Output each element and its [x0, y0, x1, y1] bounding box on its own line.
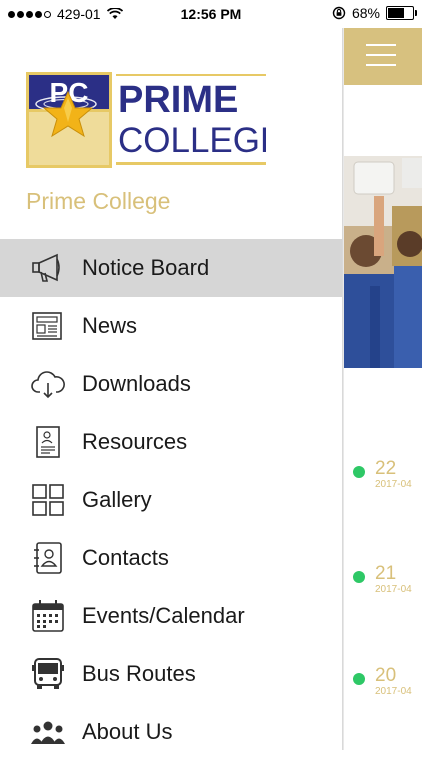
- grid-icon: [32, 484, 64, 516]
- college-logo: PC PRIME COLLEGE: [26, 72, 266, 168]
- menu-item-downloads[interactable]: Downloads: [0, 355, 342, 413]
- menu-item-label: News: [82, 313, 138, 338]
- main-content-overlay[interactable]: 22 2017-04 21 2017-04 20 2017-04: [344, 28, 422, 750]
- menu-item-label: Downloads: [82, 371, 191, 396]
- bus-icon: [32, 658, 64, 689]
- menu-item-bus-routes[interactable]: Bus Routes: [0, 645, 342, 703]
- notice-item[interactable]: 22 2017-04: [344, 458, 422, 498]
- notice-day: 20: [375, 665, 397, 686]
- svg-text:COLLEGE: COLLEGE: [118, 121, 266, 160]
- notice-date: 2017-04: [375, 584, 412, 595]
- battery-percent: 68%: [351, 5, 380, 21]
- menu-item-label: About Us: [82, 719, 173, 744]
- menu-item-label: Resources: [82, 429, 188, 454]
- drawer-menu: Notice Board News Downloads Resources Ga…: [0, 239, 342, 761]
- app-title: Prime College: [26, 188, 171, 214]
- status-bar: 429-01 12:56 PM 68%: [0, 0, 422, 28]
- app-header: [344, 28, 422, 85]
- notice-item[interactable]: 21 2017-04: [344, 563, 422, 603]
- menu-item-label: Notice Board: [82, 255, 210, 280]
- document-icon: [36, 426, 60, 458]
- menu-item-contacts[interactable]: Contacts: [0, 529, 342, 587]
- unread-dot: [353, 466, 365, 478]
- navigation-drawer: PC PRIME COLLEGE Prime College Notice Bo…: [0, 28, 342, 750]
- menu-item-label: Bus Routes: [82, 661, 196, 686]
- svg-text:PRIME: PRIME: [118, 79, 238, 121]
- menu-item-label: Events/Calendar: [82, 603, 245, 628]
- menu-item-label: Gallery: [82, 487, 152, 512]
- battery-icon: [386, 6, 417, 20]
- group-icon: [31, 721, 65, 744]
- rotation-lock-icon: [332, 6, 346, 20]
- contact-book-icon: [34, 542, 62, 574]
- menu-item-notice-board[interactable]: Notice Board: [0, 239, 342, 297]
- menu-item-events-calendar[interactable]: Events/Calendar: [0, 587, 342, 645]
- notice-day: 22: [375, 458, 397, 479]
- calendar-icon: [32, 600, 64, 632]
- notice-date: 2017-04: [375, 479, 412, 490]
- battery-area: 68%: [332, 5, 417, 21]
- notice-item[interactable]: 20 2017-04: [344, 665, 422, 705]
- cloud-download-icon: [31, 371, 65, 399]
- menu-item-about-us[interactable]: About Us: [0, 703, 342, 761]
- unread-dot: [353, 571, 365, 583]
- notice-day: 21: [375, 563, 397, 584]
- megaphone-icon: [32, 253, 60, 282]
- unread-dot: [353, 673, 365, 685]
- newspaper-icon: [32, 312, 62, 340]
- menu-toggle-icon[interactable]: [366, 44, 396, 68]
- menu-item-gallery[interactable]: Gallery: [0, 471, 342, 529]
- menu-item-label: Contacts: [82, 545, 169, 570]
- notice-date: 2017-04: [375, 686, 412, 697]
- banner-photo: [344, 156, 422, 368]
- menu-item-resources[interactable]: Resources: [0, 413, 342, 471]
- menu-item-news[interactable]: News: [0, 297, 342, 355]
